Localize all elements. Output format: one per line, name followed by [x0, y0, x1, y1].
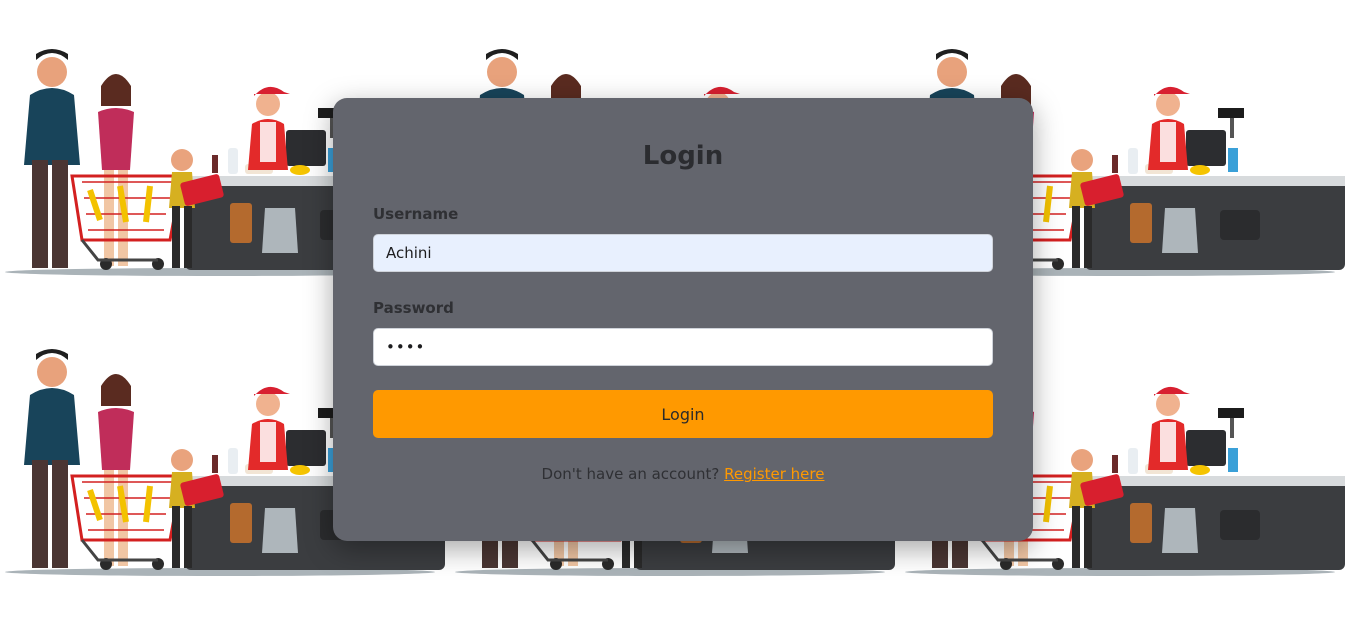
login-title: Login [642, 141, 724, 171]
password-label: Password [373, 299, 454, 317]
username-input[interactable] [373, 234, 993, 272]
register-link[interactable]: Register here [724, 465, 824, 483]
register-prompt: Don't have an account? Register here [373, 465, 993, 483]
login-button[interactable]: Login [373, 390, 993, 438]
login-card: Login Username Password Login Don't have… [333, 98, 1033, 541]
username-label: Username [373, 205, 459, 223]
register-prompt-text: Don't have an account? [541, 465, 720, 483]
password-input[interactable] [373, 328, 993, 366]
